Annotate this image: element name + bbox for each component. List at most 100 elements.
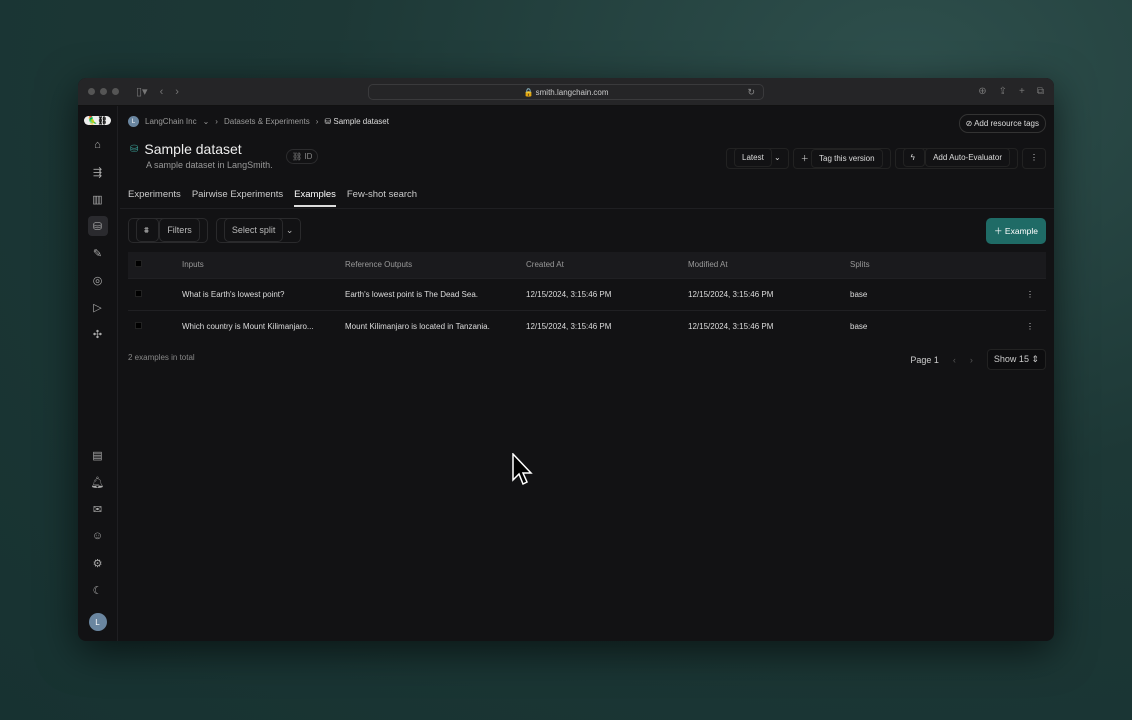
chevron-right-icon: › <box>215 117 218 126</box>
theme-moon-icon[interactable]: ☾ <box>88 580 108 600</box>
datasets-icon[interactable]: ⛁ <box>87 216 108 236</box>
download-icon[interactable]: ⊕ <box>978 86 986 97</box>
row-checkbox[interactable] <box>135 321 142 329</box>
cell-split: base <box>850 277 1026 310</box>
page-indicator: Page 1 <box>910 354 939 365</box>
tabs-icon[interactable]: ⧉ <box>1037 86 1044 97</box>
cell-split: base <box>850 309 1026 342</box>
examples-table: Inputs Reference Outputs Created At Modi… <box>128 252 1046 342</box>
annotation-icon[interactable]: ✎ <box>88 243 108 263</box>
id-label: ID <box>304 152 313 161</box>
divider <box>120 208 1054 209</box>
filter-icon: ⩩ <box>136 218 160 242</box>
notifications-icon[interactable]: 🔔︎ <box>88 472 108 492</box>
tab-few-shot-search[interactable]: Few-shot search <box>347 189 417 207</box>
settings-icon[interactable]: ⚙ <box>88 553 108 573</box>
dataset-icon: ⛁ <box>130 143 139 155</box>
tab-bar: Experiments Pairwise Experiments Example… <box>128 189 417 207</box>
cell-output: Mount Kilimanjaro is located in Tanzania… <box>345 309 526 342</box>
deployments-icon[interactable]: ✣ <box>88 324 108 344</box>
page-subtitle: A sample dataset in LangSmith. <box>146 160 273 170</box>
page-size-select[interactable]: Show 15 ⇕ <box>986 349 1046 370</box>
filters-button[interactable]: ⩩ Filters <box>128 218 208 243</box>
new-tab-icon[interactable]: + <box>1019 86 1025 97</box>
org-avatar: L <box>128 116 139 127</box>
langsmith-logo[interactable]: 🦜⛓ <box>84 116 111 125</box>
tab-examples[interactable]: Examples <box>294 189 336 207</box>
browser-window: ▯▾ ‹ › 🔒 smith.langchain.com ↻ ⊕ ⇪ + ⧉ 🦜⛓ ⌂ … <box>78 78 1054 641</box>
version-label: Latest <box>734 148 772 167</box>
copy-id-button[interactable]: ⛓ ID <box>286 149 319 164</box>
main-content: L LangChain Inc ⌄ › Datasets & Experiment… <box>120 106 1054 641</box>
version-select[interactable]: Latest ⌄ <box>726 148 789 169</box>
breadcrumb-current-label: Sample dataset <box>333 117 389 126</box>
page-title: ⛁ Sample dataset <box>130 141 242 157</box>
column-header[interactable]: Inputs <box>182 252 345 278</box>
mouse-cursor-icon <box>512 453 533 486</box>
monitor-icon[interactable]: ▥ <box>88 189 108 209</box>
minimize-dot[interactable] <box>100 88 107 95</box>
lock-icon: 🔒 <box>523 87 536 97</box>
sidebar: 🦜⛓ ⌂ ⇶ ▥ ⛁ ✎ ◎ ▷ ✣ ▤ 🔔︎ ✉ ☺ ⚙ ☾ L <box>78 106 118 641</box>
mail-icon[interactable]: ✉ <box>88 499 108 519</box>
prev-page-icon[interactable]: ‹ <box>953 355 956 365</box>
breadcrumb-datasets[interactable]: Datasets & Experiments <box>224 117 310 126</box>
zoom-dot[interactable] <box>112 88 119 95</box>
add-auto-evaluator-button[interactable]: ϟ Add Auto-Evaluator <box>894 148 1018 169</box>
breadcrumb: L LangChain Inc ⌄ › Datasets & Experiment… <box>128 116 389 127</box>
cell-created: 12/15/2024, 3:15:46 PM <box>526 277 688 310</box>
cell-created: 12/15/2024, 3:15:46 PM <box>526 309 688 342</box>
back-icon[interactable]: ‹ <box>160 86 164 98</box>
select-all-checkbox[interactable] <box>135 260 142 268</box>
docs-icon[interactable]: ▤ <box>88 445 108 465</box>
sidebar-toggle-icon[interactable]: ▯▾ <box>136 85 148 98</box>
tag-icon: ⊘ <box>965 119 975 128</box>
add-resource-tags-button[interactable]: ⊘ Add resource tags <box>958 114 1046 133</box>
cell-modified: 12/15/2024, 3:15:46 PM <box>688 309 850 342</box>
browser-toolbar: ▯▾ ‹ › 🔒 smith.langchain.com ↻ ⊕ ⇪ + ⧉ <box>78 78 1054 106</box>
invite-user-icon[interactable]: ☺ <box>88 526 108 546</box>
add-tags-label: Add resource tags <box>974 119 1039 128</box>
more-options-icon[interactable]: ⋮ <box>1022 148 1046 169</box>
column-header[interactable]: Created At <box>526 252 688 278</box>
forward-icon[interactable]: › <box>175 86 179 98</box>
row-menu-icon[interactable]: ⋮ <box>1026 277 1046 310</box>
share-icon[interactable]: ⇪ <box>999 86 1007 97</box>
split-label: Select split <box>223 218 284 242</box>
reload-icon[interactable]: ↻ <box>747 87 755 98</box>
breadcrumb-current: ⛁ Sample dataset <box>324 117 389 126</box>
column-header[interactable]: Reference Outputs <box>345 252 526 278</box>
prompts-icon[interactable]: ◎ <box>88 270 108 290</box>
home-icon[interactable]: ⌂ <box>88 135 108 155</box>
tab-experiments[interactable]: Experiments <box>128 189 181 207</box>
chevron-down-icon[interactable]: ⌄ <box>203 117 210 126</box>
cell-input: What is Earth's lowest point? <box>182 277 345 310</box>
url-text: smith.langchain.com <box>535 87 609 97</box>
column-header[interactable]: Modified At <box>688 252 850 278</box>
row-menu-icon[interactable]: ⋮ <box>1026 309 1046 342</box>
next-page-icon[interactable]: › <box>970 355 973 365</box>
avatar[interactable]: L <box>88 613 107 631</box>
column-header[interactable]: Splits <box>850 252 1026 278</box>
tab-pairwise-experiments[interactable]: Pairwise Experiments <box>192 189 283 207</box>
playground-icon[interactable]: ▷ <box>88 297 108 317</box>
tag-version-button[interactable]: ＋ Tag this version <box>792 148 891 169</box>
cell-input: Which country is Mount Kilimanjaro... <box>182 309 345 342</box>
add-example-button[interactable]: ＋ Example <box>986 218 1046 244</box>
cell-modified: 12/15/2024, 3:15:46 PM <box>688 277 850 310</box>
tag-version-label: Tag this version <box>811 149 883 168</box>
close-dot[interactable] <box>88 88 95 95</box>
cell-output: Earth's lowest point is The Dead Sea. <box>345 277 526 310</box>
filters-label: Filters <box>159 218 200 242</box>
split-select[interactable]: Select split ⌄ <box>215 218 302 243</box>
row-checkbox[interactable] <box>135 289 142 297</box>
chevron-right-icon: › <box>315 117 319 126</box>
total-count: 2 examples in total <box>128 353 195 362</box>
tracing-icon[interactable]: ⇶ <box>88 162 108 182</box>
address-bar[interactable]: 🔒 smith.langchain.com ↻ <box>368 84 764 100</box>
table-row[interactable]: Which country is Mount Kilimanjaro... Mo… <box>128 309 1046 342</box>
breadcrumb-org[interactable]: LangChain Inc <box>145 117 197 126</box>
add-example-label: Example <box>1004 226 1038 236</box>
link-icon: ⛓ <box>292 152 305 161</box>
table-row[interactable]: What is Earth's lowest point? Earth's lo… <box>128 277 1046 310</box>
